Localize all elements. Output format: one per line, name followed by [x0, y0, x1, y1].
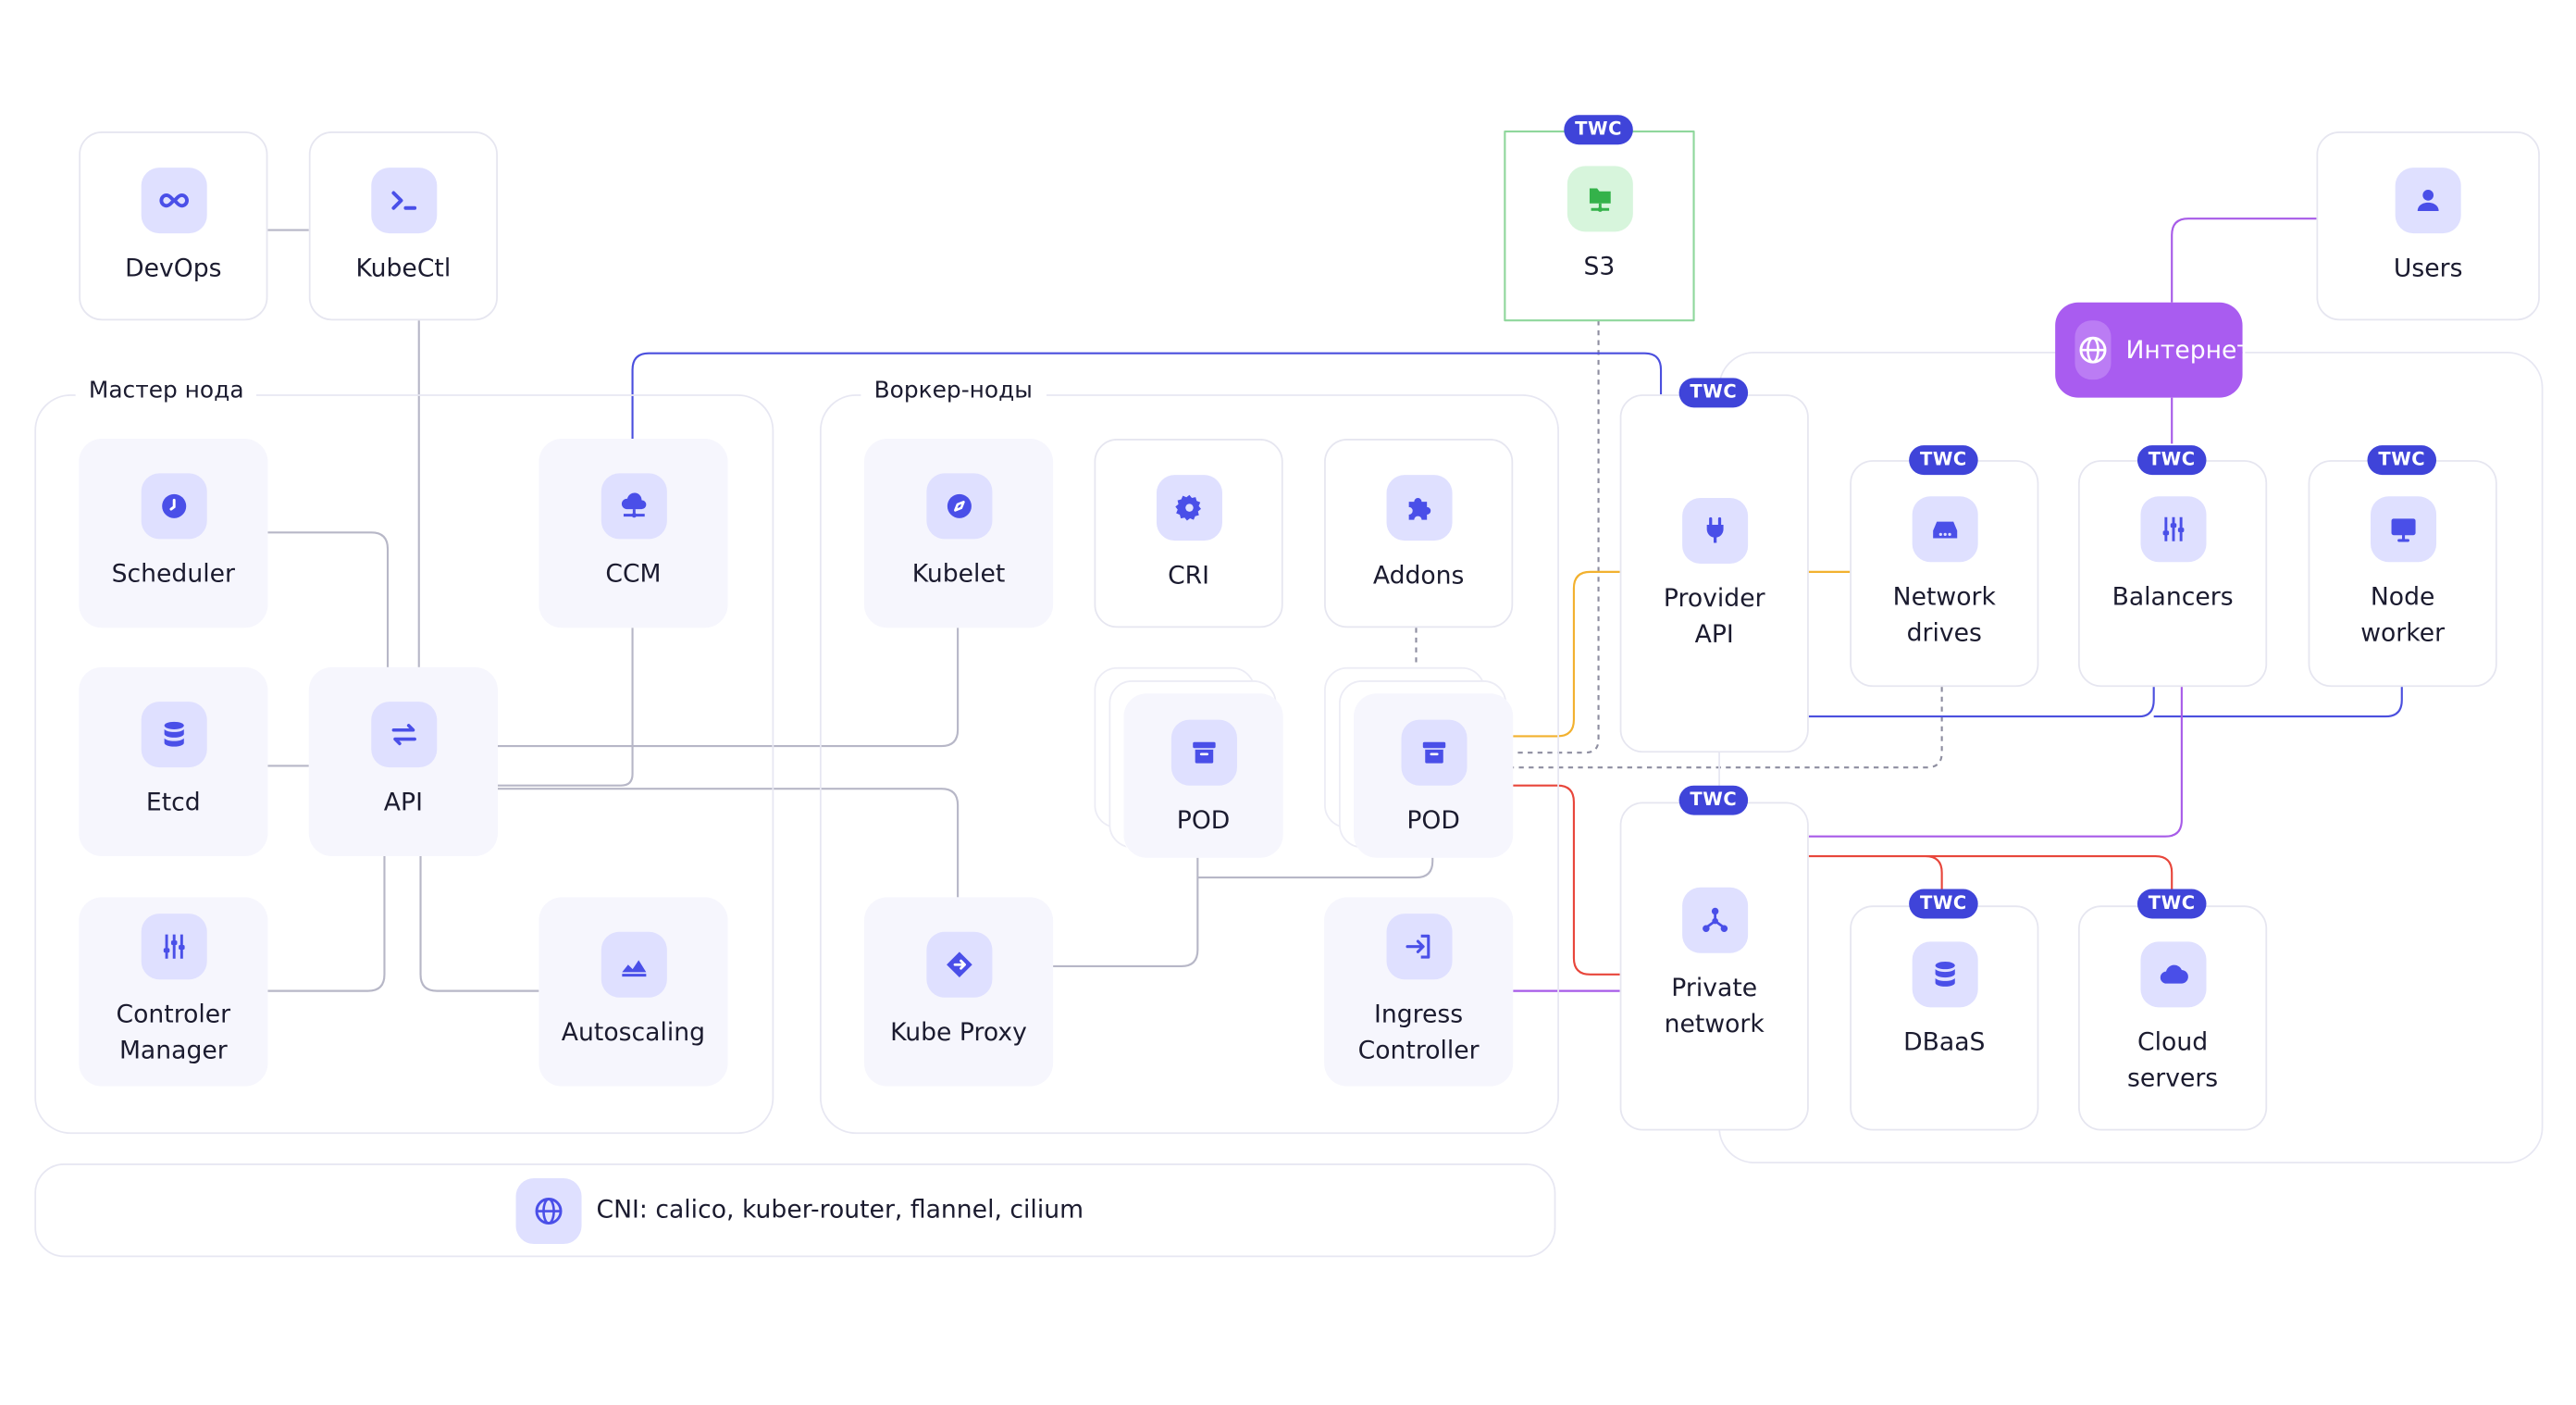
- dbaas-node[interactable]: DBaaS: [1850, 905, 2039, 1131]
- area-chart-icon: [600, 931, 666, 998]
- sliders-icon: [2139, 496, 2206, 563]
- users-node[interactable]: Users: [2316, 131, 2540, 321]
- hard-drive-icon: [1911, 496, 1977, 563]
- dbaas-twc-badge: TWC: [1909, 889, 1978, 919]
- clock-icon: [140, 473, 206, 540]
- s3-bucket-icon: [1566, 166, 1632, 232]
- cloud-icon: [2139, 941, 2206, 1008]
- monitor-icon: [2370, 496, 2436, 563]
- database-icon: [1911, 941, 1977, 1008]
- direction-sign-icon: [925, 931, 992, 998]
- balancers-node[interactable]: Balancers: [2078, 460, 2268, 688]
- balancers-label: Balancers: [2112, 581, 2234, 612]
- autoscaling-node[interactable]: Autoscaling: [539, 897, 728, 1087]
- cni-label: CNI: calico, kuber-router, flannel, cili…: [596, 1194, 1084, 1225]
- globe-icon: [2074, 320, 2112, 380]
- users-label: Users: [2393, 253, 2463, 283]
- autoscaling-label: Autoscaling: [561, 1017, 706, 1047]
- node-worker-label: Node worker: [2360, 581, 2446, 648]
- kubectl-label: KubeCtl: [355, 253, 452, 283]
- user-icon: [2395, 168, 2461, 234]
- devops-label: DevOps: [125, 253, 222, 283]
- kube-proxy-label: Kube Proxy: [890, 1017, 1027, 1047]
- s3-label: S3: [1583, 251, 1616, 281]
- infinity-icon: [140, 168, 206, 234]
- compass-icon: [925, 473, 992, 540]
- private-network-label: Private network: [1664, 973, 1765, 1039]
- cni-bar: CNI: calico, kuber-router, flannel, cili…: [34, 1163, 1556, 1258]
- master-node-label: Мастер нода: [75, 378, 257, 404]
- s3-twc-badge: TWC: [1564, 115, 1633, 145]
- provider-api-node[interactable]: Provider API: [1619, 394, 1809, 753]
- controller-manager-label: Controler Manager: [116, 999, 231, 1065]
- ingress-controller-label: Ingress Controller: [1357, 999, 1480, 1065]
- network-drives-twc-badge: TWC: [1909, 445, 1978, 476]
- api-node[interactable]: API: [308, 666, 498, 857]
- pod-label-1: POD: [1176, 804, 1231, 835]
- addons-label: Addons: [1372, 560, 1465, 591]
- plug-icon: [1681, 497, 1748, 564]
- sign-in-icon: [1385, 914, 1452, 980]
- controller-manager-node[interactable]: Controler Manager: [79, 897, 268, 1087]
- globe-icon: [515, 1178, 582, 1245]
- kubelet-node[interactable]: Kubelet: [863, 439, 1054, 628]
- ingress-controller-node[interactable]: Ingress Controller: [1324, 897, 1514, 1087]
- devops-node[interactable]: DevOps: [79, 131, 268, 321]
- pod-node-1[interactable]: POD: [1123, 693, 1283, 858]
- internet-node[interactable]: Интернет: [2055, 302, 2251, 398]
- arrows-exchange-icon: [370, 702, 437, 768]
- database-icon: [140, 702, 206, 768]
- archive-box-icon: [1170, 719, 1237, 786]
- dbaas-label: DBaaS: [1903, 1026, 1986, 1057]
- pod-label-2: POD: [1406, 804, 1460, 835]
- api-label: API: [383, 787, 423, 817]
- diagram-stage: Мастер нода Воркер-ноды DevOps KubeCtl S…: [0, 0, 2576, 1405]
- cri-node[interactable]: CRI: [1094, 439, 1283, 628]
- private-network-twc-badge: TWC: [1678, 785, 1749, 815]
- link-users-internet: [2171, 218, 2317, 303]
- cloud-servers-twc-badge: TWC: [2136, 889, 2207, 919]
- scheduler-node[interactable]: Scheduler: [79, 439, 268, 628]
- sliders-icon: [140, 914, 206, 980]
- gear-icon: [1156, 475, 1222, 541]
- balancers-twc-badge: TWC: [2136, 445, 2207, 476]
- terminal-icon: [370, 168, 437, 234]
- archive-box-icon: [1400, 719, 1467, 786]
- network-drives-node[interactable]: Network drives: [1850, 460, 2039, 688]
- puzzle-icon: [1385, 475, 1452, 541]
- etcd-node[interactable]: Etcd: [79, 666, 268, 857]
- ccm-label: CCM: [605, 558, 662, 589]
- cloud-servers-node[interactable]: Cloud servers: [2078, 905, 2268, 1131]
- provider-api-label: Provider API: [1663, 583, 1765, 650]
- s3-node[interactable]: S3: [1505, 131, 1693, 320]
- addons-node[interactable]: Addons: [1324, 439, 1514, 628]
- private-network-node[interactable]: Private network: [1619, 802, 1809, 1131]
- etcd-label: Etcd: [145, 787, 201, 817]
- worker-nodes-label: Воркер-ноды: [861, 378, 1046, 404]
- ccm-node[interactable]: CCM: [539, 439, 728, 628]
- pod-node-2[interactable]: POD: [1354, 693, 1514, 858]
- kube-proxy-node[interactable]: Kube Proxy: [863, 897, 1054, 1087]
- node-worker-twc-badge: TWC: [2367, 445, 2437, 476]
- kubelet-label: Kubelet: [911, 558, 1006, 589]
- scheduler-label: Scheduler: [111, 558, 235, 589]
- cri-label: CRI: [1168, 560, 1210, 591]
- kubectl-node[interactable]: KubeCtl: [308, 131, 498, 321]
- internet-label: Интернет: [2125, 335, 2251, 366]
- network-drives-label: Network drives: [1892, 581, 1996, 648]
- provider-api-twc-badge: TWC: [1678, 378, 1749, 408]
- cloud-network-icon: [600, 473, 666, 540]
- network-nodes-icon: [1681, 887, 1748, 953]
- node-worker-node[interactable]: Node worker: [2308, 460, 2497, 688]
- cloud-servers-label: Cloud servers: [2126, 1026, 2219, 1093]
